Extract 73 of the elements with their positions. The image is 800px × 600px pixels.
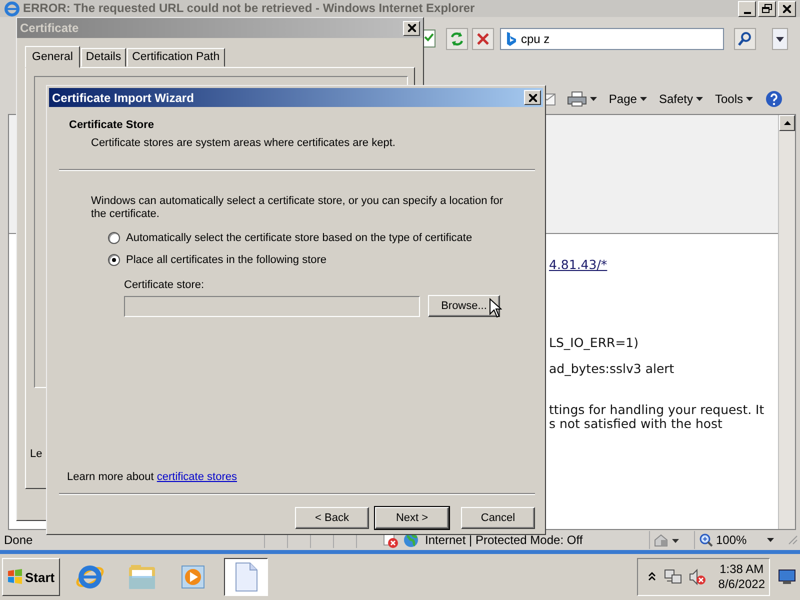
close-button[interactable]: [778, 0, 796, 16]
tab[interactable]: Certification Path: [127, 48, 225, 67]
dropdown-button[interactable]: [772, 28, 788, 50]
maximize-button[interactable]: [758, 0, 776, 16]
page-text: ttings for handling your request. It: [549, 403, 766, 417]
minimize-button[interactable]: [738, 0, 756, 16]
caret-icon: [746, 97, 753, 101]
caret-icon: [590, 97, 597, 101]
scroll-up-button[interactable]: [779, 115, 795, 131]
window-title: ERROR: The requested URL could not be retrieved - Windows Internet Explorer: [23, 1, 475, 16]
caret-icon: [696, 97, 703, 101]
help-text: Learn more about: [67, 471, 154, 483]
radio-option[interactable]: Place all certificates in the following store: [108, 254, 515, 266]
close-button[interactable]: [524, 90, 541, 105]
radio-option[interactable]: Automatically select the certificate store based on the type of certificate: [108, 232, 515, 244]
search-button[interactable]: [734, 28, 756, 50]
page-text: s not satisfied with the host: [549, 417, 722, 431]
network-icon[interactable]: [664, 568, 682, 586]
mouse-pointer-icon: [489, 298, 502, 318]
page-text: ad_bytes:sslv3 alert: [549, 362, 676, 376]
dialog-title: Certificate: [20, 21, 79, 35]
refresh-icon: [449, 31, 465, 47]
field-label: Certificate store:: [124, 279, 206, 291]
caret-icon: [640, 97, 647, 101]
page-link[interactable]: 4.81.43/*: [549, 258, 778, 272]
dialog-button[interactable]: < Back: [295, 507, 369, 529]
search-icon: [737, 31, 753, 47]
browser-logo-icon: [4, 0, 20, 16]
close-icon: [783, 4, 791, 12]
show-desktop-icon[interactable]: [778, 569, 796, 585]
minimize-icon: [744, 12, 750, 14]
restore-icon: [762, 4, 772, 13]
radio-button[interactable]: [108, 232, 120, 244]
close-icon: [528, 94, 536, 102]
dialog-title: Certificate Import Wizard: [52, 90, 194, 104]
muted-speaker-icon[interactable]: [688, 568, 706, 586]
stop-icon: [476, 32, 490, 46]
bing-logo-icon: [505, 31, 517, 47]
help-icon: [765, 90, 783, 108]
clock[interactable]: 1:38 AM 8/6/2022: [718, 562, 765, 592]
menu-button[interactable]: Page: [606, 88, 650, 110]
instruction-text: Windows can automatically select a certificate store, or you can specify a location for the certificate.: [91, 195, 504, 221]
zoom-icon: [699, 533, 713, 547]
menu-button[interactable]: Tools: [712, 88, 756, 110]
help-link[interactable]: certificate stores: [156, 471, 237, 483]
search-field[interactable]: cpu z: [500, 28, 724, 50]
taskbar-app-button[interactable]: [224, 558, 268, 596]
tab[interactable]: General: [25, 46, 80, 68]
resize-grip-icon: [788, 535, 798, 545]
close-icon: [408, 24, 416, 32]
status-text: Done: [4, 533, 34, 547]
zoom-button[interactable]: 100%: [694, 531, 778, 549]
menu-button[interactable]: Safety: [656, 88, 706, 110]
scrollbar[interactable]: [778, 115, 795, 529]
chevron-icon: [648, 572, 656, 581]
dialog-button[interactable]: Cancel: [461, 507, 535, 529]
windows-logo-icon: [7, 569, 23, 585]
radio-button[interactable]: [108, 254, 120, 266]
link-text: Le: [30, 448, 42, 460]
close-button[interactable]: [403, 20, 420, 36]
tab[interactable]: Details: [80, 48, 126, 67]
caret-icon: [767, 538, 774, 542]
page-text: LS_IO_ERR=1): [549, 336, 640, 350]
refresh-button[interactable]: [446, 28, 468, 50]
up-arrow-icon: [784, 121, 790, 125]
start-button[interactable]: Start: [2, 558, 60, 596]
security-zone-text: Internet | Protected Mode: Off: [425, 533, 584, 547]
section-heading: Certificate Store: [69, 119, 155, 131]
caret-icon: [776, 36, 784, 42]
section-description: Certificate stores are system areas where certificates are kept.: [91, 137, 396, 149]
dialog-button[interactable]: Next >: [375, 507, 449, 529]
stop-button[interactable]: [472, 28, 494, 50]
printer-icon: [566, 91, 587, 107]
